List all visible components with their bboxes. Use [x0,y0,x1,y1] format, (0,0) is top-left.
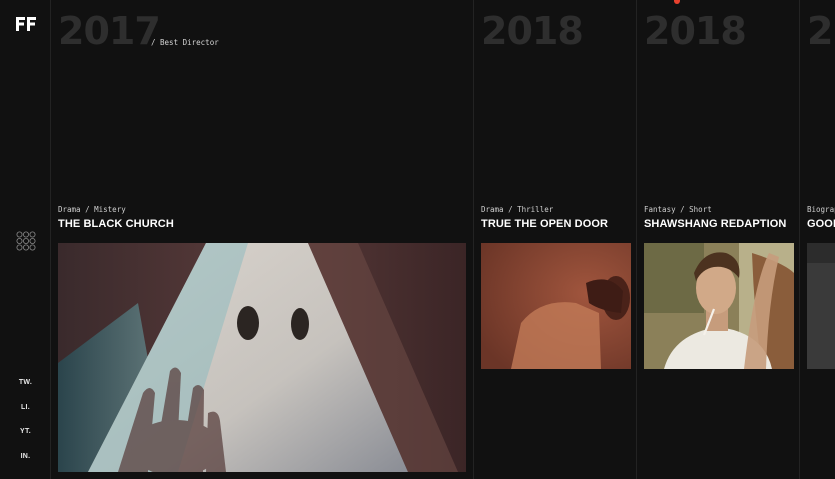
film-title[interactable]: SHAWSHANG REDAPTION [644,218,786,230]
film-award: / Best Director [151,38,219,47]
film-year: 2018 [481,9,584,53]
film-genre: Drama / Mistery [58,205,126,214]
social-link-youtube[interactable]: YT. [0,428,51,435]
film-genre: Biograp [807,205,835,214]
film-poster-open-door[interactable] [481,243,631,369]
film-genre: Drama / Thriller [481,205,554,214]
film-card-shawshang[interactable]: 2018 Fantasy / Short SHAWSHANG REDAPTION [637,0,800,479]
film-poster-partial[interactable] [807,243,835,369]
sidebar: TW. LI. YT. IN. [0,0,51,479]
film-year: 2017 [58,9,161,53]
film-year: 2018 [644,9,747,53]
film-year: 2 [807,9,833,53]
film-title[interactable]: TRUE THE OPEN DOOR [481,218,608,230]
ff-logo[interactable] [16,17,36,31]
film-title[interactable]: GOOD [807,218,835,230]
film-card-open-door[interactable]: 2018 Drama / Thriller TRUE THE OPEN DOOR [474,0,637,479]
film-poster-ghost[interactable] [58,243,466,472]
social-link-instagram[interactable]: IN. [0,453,51,460]
film-card-partial[interactable]: 2 Biograp GOOD [800,0,835,479]
grid-menu-icon[interactable] [16,231,36,251]
social-link-twitter[interactable]: TW. [0,379,51,386]
film-title[interactable]: THE BLACK CHURCH [58,218,174,230]
social-link-linkedin[interactable]: LI. [0,404,51,411]
film-genre: Fantasy / Short [644,205,712,214]
film-card-black-church[interactable]: 2017 / Best Director Drama / Mistery THE… [51,0,474,479]
film-poster-shawshang[interactable] [644,243,794,369]
